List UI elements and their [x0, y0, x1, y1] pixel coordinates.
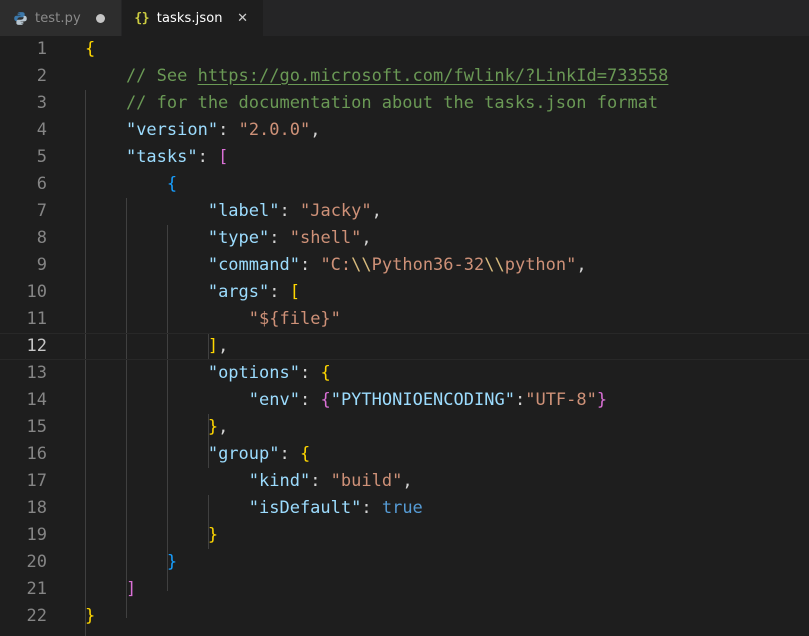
line-content: "env": {"PYTHONIOENCODING":"UTF-8"}: [248, 390, 608, 410]
code-line-current[interactable]: 12 ],: [0, 333, 809, 360]
version-value: 2.0.0: [248, 120, 300, 140]
line-content: "options": {: [207, 363, 331, 383]
line-number: 6: [36, 174, 47, 194]
tab-label: tasks.json: [156, 10, 223, 26]
code-line[interactable]: 17 "kind": "build",: [0, 468, 809, 495]
line-number: 4: [36, 120, 47, 140]
code-line[interactable]: 6 {: [0, 171, 809, 198]
code-line[interactable]: 15 },: [0, 414, 809, 441]
line-number: 19: [26, 525, 47, 545]
code-editor[interactable]: 1 { 2 // See https://go.microsoft.com/fw…: [0, 36, 809, 636]
code-line[interactable]: 2 // See https://go.microsoft.com/fwlink…: [0, 63, 809, 90]
line-number: 16: [26, 444, 47, 464]
line-content: ]: [125, 579, 137, 599]
dirty-indicator-dot[interactable]: [92, 9, 110, 27]
line-content: ],: [207, 336, 229, 356]
line-content: "label": "Jacky",: [207, 201, 382, 221]
code-line[interactable]: 19 }: [0, 522, 809, 549]
line-number: 12: [26, 336, 47, 356]
code-line[interactable]: 20 }: [0, 549, 809, 576]
line-number: 9: [36, 255, 47, 275]
code-lines: 1 { 2 // See https://go.microsoft.com/fw…: [0, 36, 809, 636]
line-number: 10: [26, 282, 47, 302]
code-line[interactable]: 10 "args": [: [0, 279, 809, 306]
line-content: }: [85, 606, 96, 626]
line-content: }: [166, 552, 178, 572]
line-number: 8: [36, 228, 47, 248]
line-number: 13: [26, 363, 47, 383]
type-value: shell: [299, 228, 352, 248]
code-line[interactable]: 3 // for the documentation about the tas…: [0, 90, 809, 117]
code-line[interactable]: 8 "type": "shell",: [0, 225, 809, 252]
line-number: 21: [26, 579, 47, 599]
line-number: 7: [36, 201, 47, 221]
tab-tasks-json[interactable]: {} tasks.json ✕: [121, 0, 264, 36]
code-line[interactable]: 9 "command": "C:\\Python36-32\\python",: [0, 252, 809, 279]
line-content: }: [207, 525, 219, 545]
line-content: "${file}": [248, 309, 341, 329]
code-line[interactable]: 4 "version": "2.0.0",: [0, 117, 809, 144]
tab-test-py[interactable]: test.py: [0, 0, 122, 36]
code-line[interactable]: 13 "options": {: [0, 360, 809, 387]
code-line[interactable]: 18 "isDefault": true: [0, 495, 809, 522]
json-braces-glyph: {}: [134, 10, 150, 26]
line-content: "kind": "build",: [248, 471, 413, 491]
line-content: },: [207, 417, 229, 437]
json-braces-icon: {}: [134, 10, 150, 26]
line-number: 11: [26, 309, 47, 329]
line-content: {: [166, 174, 178, 194]
group-kind-value: build: [340, 471, 393, 491]
code-line[interactable]: 14 "env": {"PYTHONIOENCODING":"UTF-8"}: [0, 387, 809, 414]
code-line[interactable]: 16 "group": {: [0, 441, 809, 468]
line-number: 15: [26, 417, 47, 437]
line-content: "isDefault": true: [248, 498, 423, 518]
line-content: "type": "shell",: [207, 228, 372, 248]
label-value: Jacky: [310, 201, 362, 221]
editor-tab-bar: test.py {} tasks.json ✕: [0, 0, 809, 36]
tab-bar-empty-space: [263, 0, 809, 36]
line-content: "group": {: [207, 444, 311, 464]
code-line[interactable]: 22 }: [0, 603, 809, 630]
line-content: {: [85, 39, 96, 59]
line-content: // for the documentation about the tasks…: [85, 93, 659, 113]
line-number: 14: [26, 390, 47, 410]
code-line[interactable]: 7 "label": "Jacky",: [0, 198, 809, 225]
code-line[interactable]: 1 {: [0, 36, 809, 63]
line-content: "command": "C:\\Python36-32\\python",: [207, 255, 587, 275]
line-number: 5: [36, 147, 47, 167]
code-line[interactable]: 21 ]: [0, 576, 809, 603]
line-number: 2: [36, 66, 47, 86]
line-content: // See https://go.microsoft.com/fwlink/?…: [85, 66, 669, 86]
line-number: 17: [26, 471, 47, 491]
code-line[interactable]: 11 "${file}": [0, 306, 809, 333]
close-icon[interactable]: ✕: [234, 9, 252, 27]
env-var-value: UTF-8: [535, 390, 587, 410]
python-icon: [12, 10, 28, 26]
line-number: 3: [36, 93, 47, 113]
close-glyph: ✕: [237, 10, 249, 26]
line-content: "tasks": [: [125, 147, 229, 167]
line-number: 20: [26, 552, 47, 572]
line-content: "version": "2.0.0",: [125, 120, 321, 140]
args-value: ${file}: [259, 309, 331, 329]
env-var-name: PYTHONIOENCODING: [340, 390, 505, 410]
line-number: 1: [36, 39, 47, 59]
line-content: "args": [: [207, 282, 300, 302]
documentation-link[interactable]: https://go.microsoft.com/fwlink/?LinkId=…: [198, 66, 669, 86]
is-default-value: true: [381, 498, 423, 518]
line-number: 18: [26, 498, 47, 518]
line-number: 22: [26, 606, 47, 626]
tab-label: test.py: [35, 10, 81, 26]
code-line[interactable]: 5 "tasks": [: [0, 144, 809, 171]
